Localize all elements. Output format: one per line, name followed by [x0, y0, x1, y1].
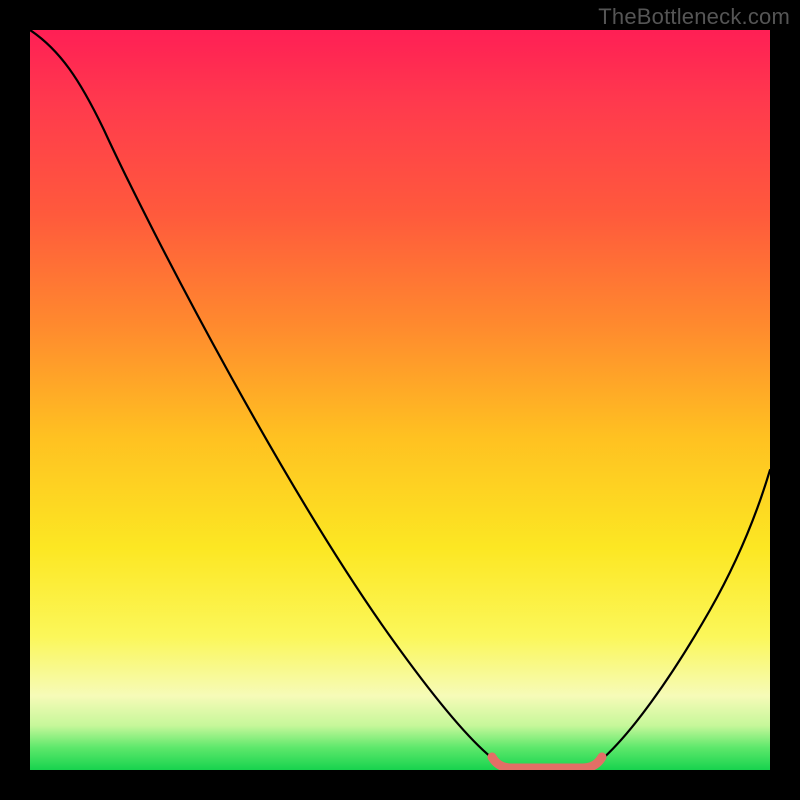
watermark-text: TheBottleneck.com	[598, 4, 790, 30]
curve-layer	[30, 30, 770, 770]
chart-frame: TheBottleneck.com	[0, 0, 800, 800]
plot-area	[30, 30, 770, 770]
flat-region-highlight	[492, 757, 602, 768]
bottleneck-curve	[30, 30, 770, 767]
